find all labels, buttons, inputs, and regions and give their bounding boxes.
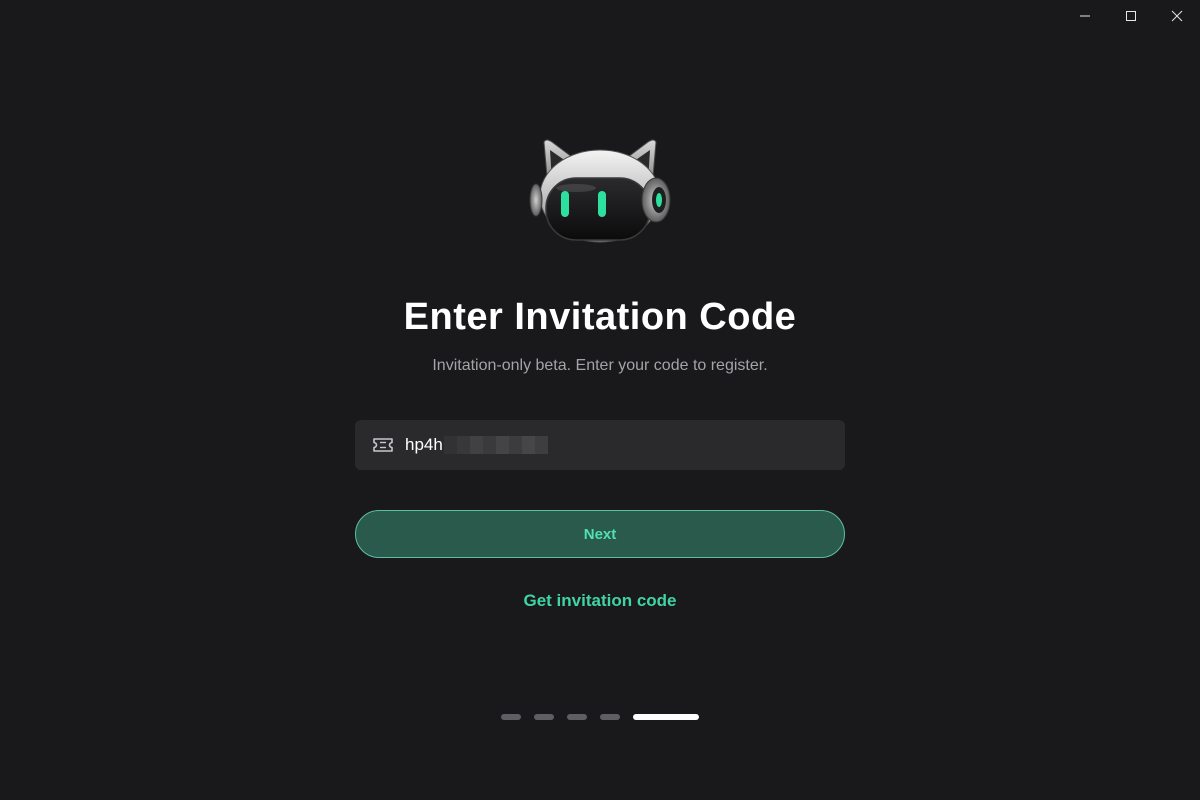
pager-step — [567, 714, 587, 720]
page-title: Enter Invitation Code — [403, 296, 797, 338]
pager-step-active — [633, 714, 699, 720]
next-button[interactable]: Next — [355, 510, 845, 558]
get-invitation-code-link[interactable]: Get invitation code — [523, 591, 676, 610]
pager-step — [534, 714, 554, 720]
page-subtitle: Invitation-only beta. Enter your code to… — [432, 357, 768, 374]
pager-step — [600, 714, 620, 720]
ticket-icon — [371, 433, 395, 457]
onboarding-pager — [501, 714, 699, 720]
window-controls — [1062, 0, 1200, 32]
app-window: Enter Invitation Code Invitation-only be… — [0, 0, 1200, 800]
pager-step — [501, 714, 521, 720]
get-invitation-code-row: Get invitation code — [0, 591, 1200, 611]
maximize-button[interactable] — [1108, 0, 1154, 32]
robot-cat-mascot — [528, 136, 672, 248]
maximize-icon — [1126, 11, 1136, 21]
invitation-code-field[interactable]: hp4h — [355, 420, 845, 470]
invitation-code-input[interactable]: hp4h — [405, 435, 443, 455]
minimize-button[interactable] — [1062, 0, 1108, 32]
redacted-code-mask — [443, 436, 548, 454]
close-button[interactable] — [1154, 0, 1200, 32]
minimize-icon — [1080, 15, 1090, 17]
close-icon — [1171, 10, 1183, 22]
